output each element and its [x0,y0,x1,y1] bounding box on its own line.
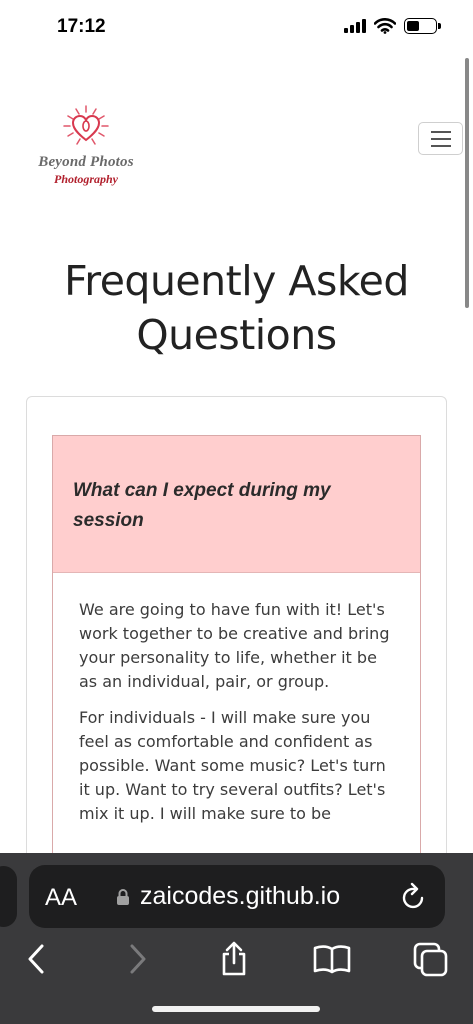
lock-icon [117,889,129,905]
menu-toggle-button[interactable] [418,122,463,155]
previous-tab-edge[interactable] [0,866,17,927]
heart-logo-icon [63,105,109,145]
status-bar: 17:12 [0,0,473,56]
reload-icon[interactable] [400,881,428,911]
battery-level [407,21,420,31]
browser-bottom-bar: AA zaicodes.github.io [0,853,473,1024]
wifi-icon [374,18,396,34]
share-button[interactable] [212,937,256,981]
battery-icon [404,18,441,34]
hamburger-icon [430,130,451,133]
signal-icon [344,19,366,33]
faq-question: What can I expect during my session [73,480,331,531]
hamburger-icon-line [430,137,451,140]
faq-answer: We are going to have fun with it! Let's … [53,573,420,826]
forward-icon [130,944,146,974]
browser-toolbar [0,937,473,987]
logo[interactable]: Beyond Photos Photography [22,104,150,186]
bookmarks-button[interactable] [310,937,354,981]
text-size-button[interactable]: AA [45,884,77,912]
text-size-label: AA [45,884,78,911]
logo-text: Beyond Photos [38,154,134,170]
page-title-line1: Frequently Asked [64,257,409,305]
logo-subtext: Photography [53,172,118,186]
tabs-icon [413,942,448,977]
status-time: 17:12 [57,16,106,37]
faq-answer-paragraph: We are going to have fun with it! Let's … [79,600,390,691]
share-icon [222,941,246,976]
forward-button[interactable] [116,937,160,981]
back-icon [28,944,44,974]
bookmarks-icon [313,945,351,974]
page-title: Frequently Asked Questions [0,254,473,362]
status-icons [344,18,441,34]
faq-question-header[interactable]: What can I expect during my session [53,436,420,573]
page-title-line2: Questions [136,311,337,359]
address-bar[interactable]: AA zaicodes.github.io [29,865,445,928]
hamburger-icon-line [430,144,451,147]
home-indicator [152,1006,320,1012]
back-button[interactable] [14,937,58,981]
url-text[interactable]: zaicodes.github.io [140,882,340,911]
tabs-button[interactable] [408,937,452,981]
faq-item: What can I expect during my session We a… [52,435,421,905]
faq-answer-paragraph: For individuals - I will make sure you f… [79,708,386,823]
